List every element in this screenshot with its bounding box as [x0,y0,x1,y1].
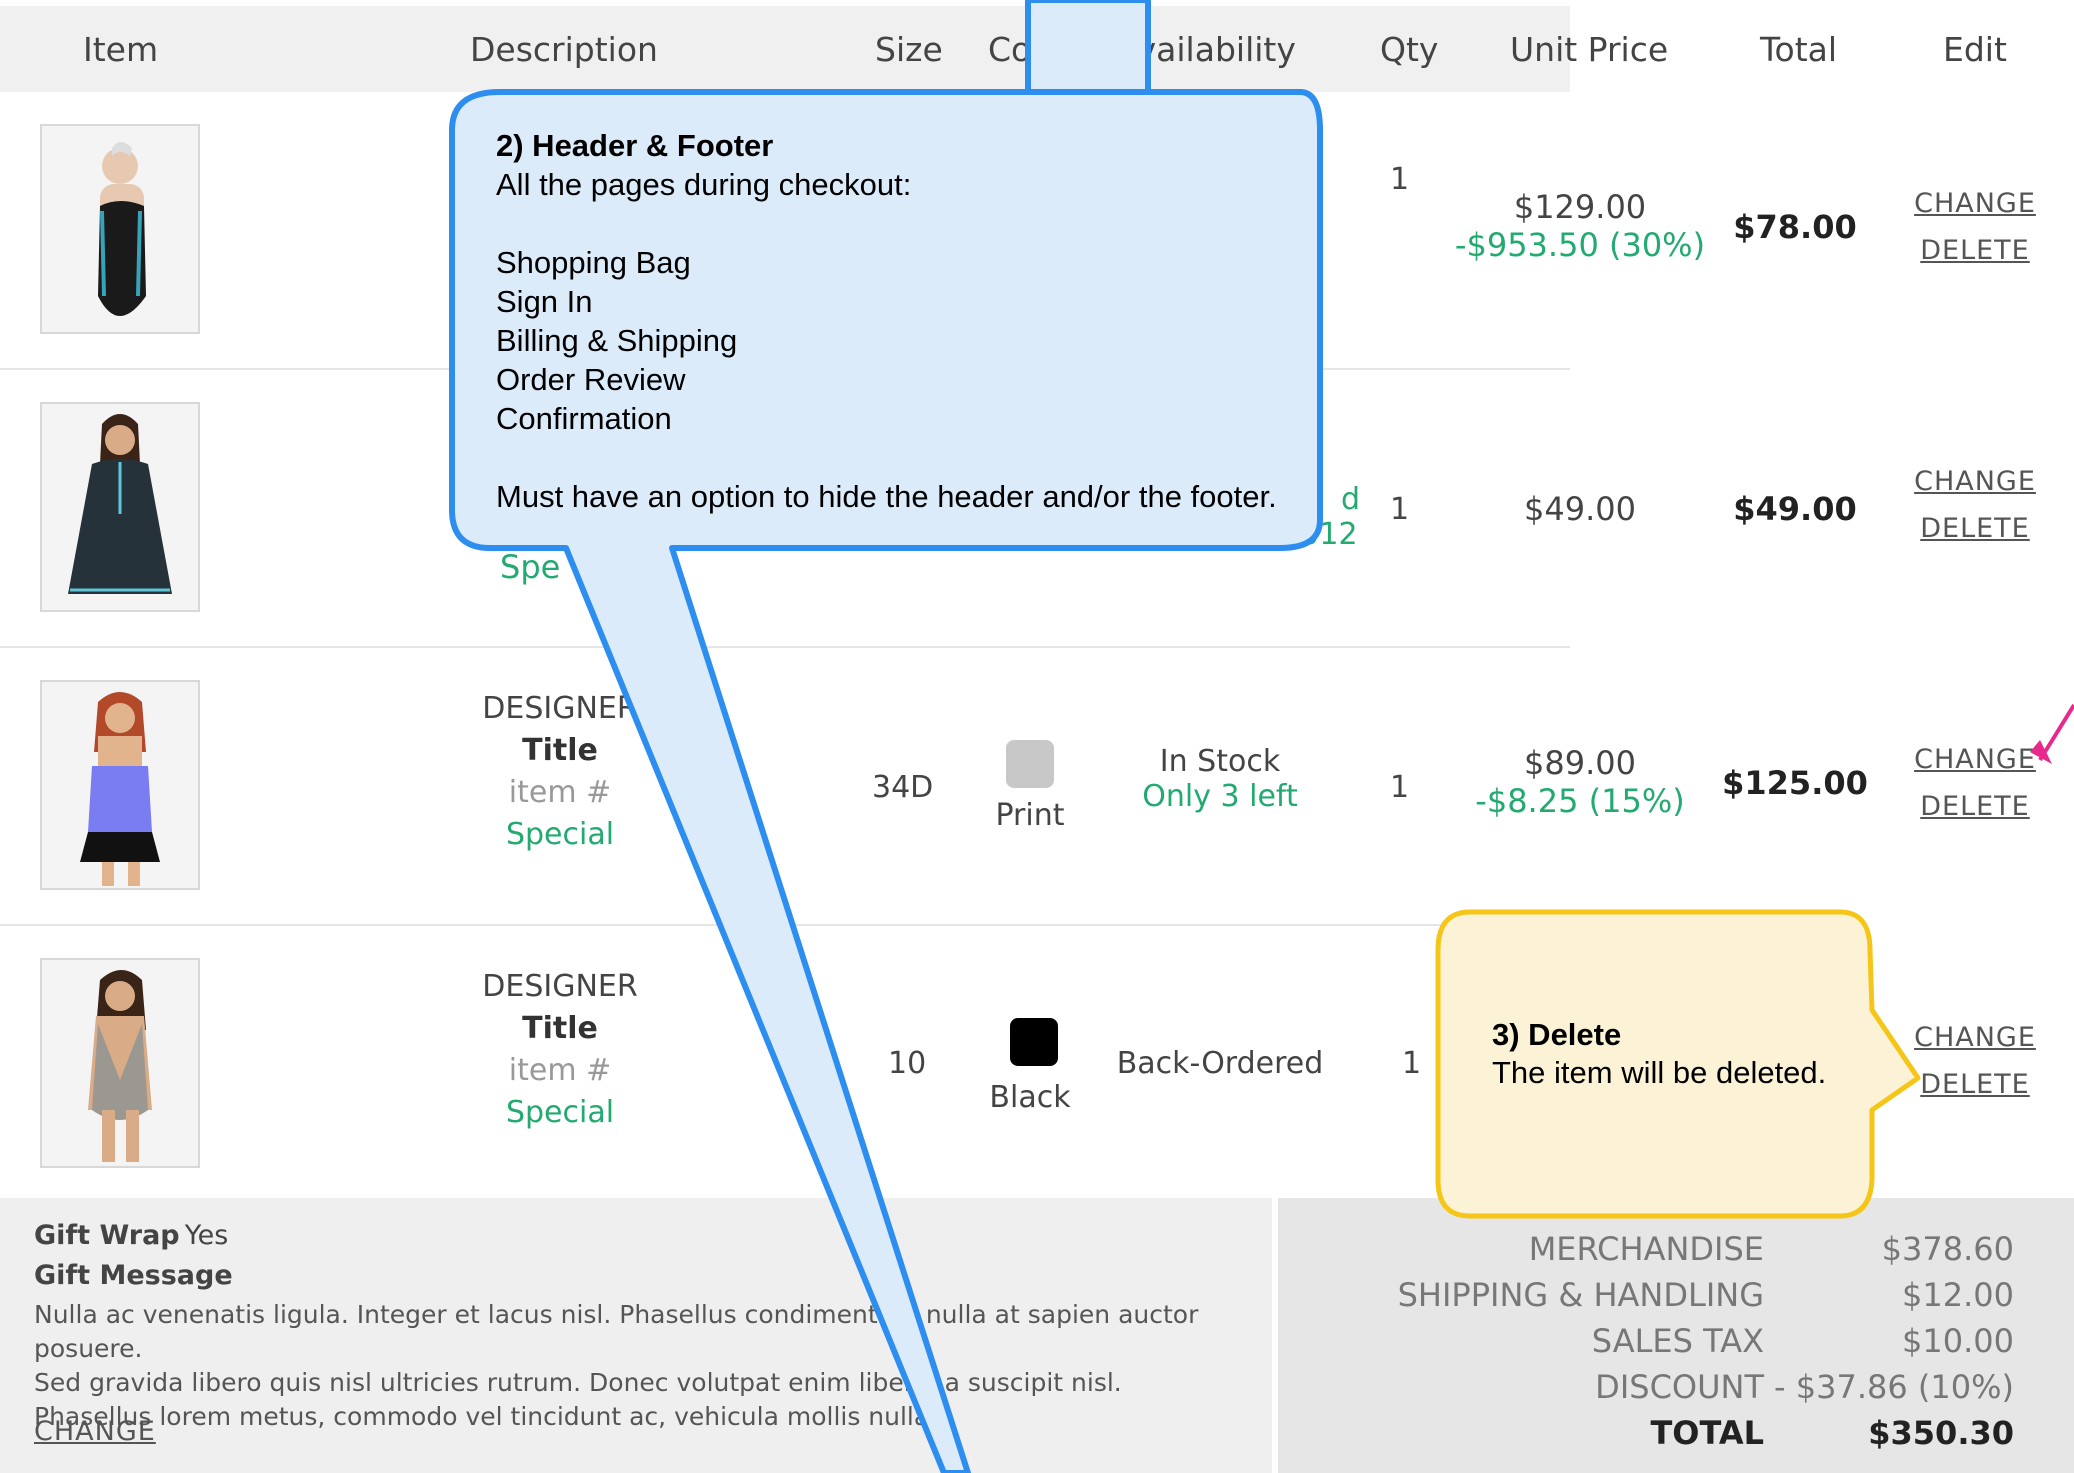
callout-delete-text: The item will be deleted. [1492,1055,1827,1090]
callout-delete-title: 3) Delete [1492,1017,1622,1052]
callout-delete-content: 3) Delete The item will be deleted. [1492,1016,1826,1092]
delete-callout [1435,703,2074,1219]
